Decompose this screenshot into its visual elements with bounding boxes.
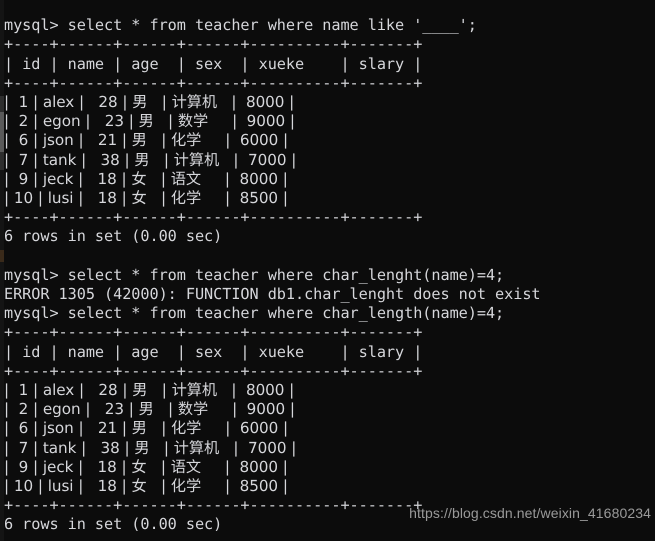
console-line-12-table-bottom-rule: +----+------+------+------+----------+--…	[4, 208, 423, 227]
console-line-24-table-row: | 7 | tank | 38 | 男 | 计算机 | 7000 |	[4, 438, 297, 457]
console-line-07-table-row: | 2 | egon | 23 | 男 | 数学 | 9000 |	[4, 112, 295, 131]
console-line-18-table-top-rule: +----+------+------+------+----------+--…	[4, 323, 423, 342]
console-line-25-table-row: | 9 | jeck | 18 | 女 | 语文 | 8000 |	[4, 457, 288, 476]
console-line-23-table-row: | 6 | json | 21 | 男 | 化学 | 6000 |	[4, 419, 289, 438]
terminal-window[interactable]: mysql> select * from teacher where name …	[0, 0, 655, 541]
console-line-02-prompt-query: mysql> select * from teacher where name …	[4, 16, 477, 35]
console-line-19-table-header: | id | name | age | sex | xueke | slary …	[4, 342, 423, 361]
terminal-output: mysql> select * from teacher where name …	[4, 0, 655, 535]
console-line-27-table-bottom-rule: +----+------+------+------+----------+--…	[4, 496, 423, 515]
console-line-13-row-count: 6 rows in set (0.00 sec)	[4, 227, 223, 246]
window-left-edge-strip	[0, 0, 4, 541]
csdn-blog-watermark: https://blog.csdn.net/weixin_41680234	[409, 505, 651, 521]
console-line-26-table-row: | 10 | lusi | 18 | 女 | 化学 | 8500 |	[4, 477, 288, 496]
console-line-05-table-header-rule: +----+------+------+------+----------+--…	[4, 73, 423, 92]
console-line-21-table-row: | 1 | alex | 28 | 男 | 计算机 | 8000 |	[4, 381, 295, 400]
console-line-16-error-message: ERROR 1305 (42000): FUNCTION db1.char_le…	[4, 285, 541, 304]
terminal-screen[interactable]: mysql> select * from teacher where name …	[0, 0, 655, 535]
console-line-08-table-row: | 6 | json | 21 | 男 | 化学 | 6000 |	[4, 131, 289, 150]
console-line-17-prompt-query-fixed: mysql> select * from teacher where char_…	[4, 304, 505, 323]
console-line-09-table-row: | 7 | tank | 38 | 男 | 计算机 | 7000 |	[4, 150, 297, 169]
console-line-03-table-top-rule: +----+------+------+------+----------+--…	[4, 35, 423, 54]
console-line-28-row-count: 6 rows in set (0.00 sec)	[4, 515, 223, 534]
console-line-06-table-row: | 1 | alex | 28 | 男 | 计算机 | 8000 |	[4, 93, 295, 112]
console-line-15-prompt-query-typo: mysql> select * from teacher where char_…	[4, 265, 505, 284]
console-line-10-table-row: | 9 | jeck | 18 | 女 | 语文 | 8000 |	[4, 169, 288, 188]
console-line-20-table-header-rule: +----+------+------+------+----------+--…	[4, 361, 423, 380]
console-line-04-table-header: | id | name | age | sex | xueke | slary …	[4, 54, 423, 73]
console-line-11-table-row: | 10 | lusi | 18 | 女 | 化学 | 8500 |	[4, 189, 288, 208]
console-line-22-table-row: | 2 | egon | 23 | 男 | 数学 | 9000 |	[4, 400, 295, 419]
